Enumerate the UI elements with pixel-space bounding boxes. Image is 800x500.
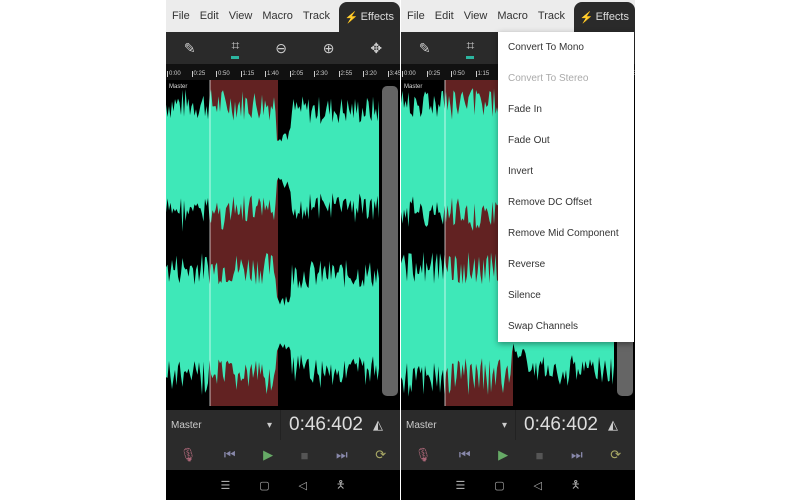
microphone-icon[interactable]: 🎙 bbox=[180, 447, 197, 463]
skip-forward-icon[interactable]: ⏭ bbox=[571, 447, 583, 463]
home-icon[interactable]: ▢ bbox=[259, 479, 269, 492]
menu-item[interactable]: Remove Mid Component bbox=[498, 218, 634, 249]
ruler-label: 1:15 bbox=[475, 71, 490, 77]
ruler-label: 2:05 bbox=[289, 71, 304, 77]
transport-controls: 🎙 ⏮ ▶ ■ ⏭ ⟳ bbox=[401, 440, 635, 470]
effects-menu: Convert To Mono Convert To Stereo Fade In F… bbox=[498, 32, 634, 342]
editor-panel-right: FileEditViewMacroTrack ⚡Effects ✎ ⌗ ⊖ ⊕ … bbox=[401, 0, 635, 500]
menu-item[interactable]: Remove DC Offset bbox=[498, 187, 634, 218]
menu-view[interactable]: View bbox=[458, 10, 492, 22]
ruler-label: 0:25 bbox=[191, 71, 206, 77]
ruler-label: 2:30 bbox=[314, 71, 328, 77]
spectrum-icon[interactable]: ◭ bbox=[608, 417, 618, 433]
move-icon[interactable]: ✥ bbox=[370, 40, 382, 57]
menu-bar: File Edit View Macro Track ⚡ Effects bbox=[401, 0, 635, 32]
ruler-label: 3:45 bbox=[387, 71, 400, 77]
waveform[interactable] bbox=[166, 80, 400, 406]
track-label: Master bbox=[404, 84, 423, 90]
microphone-icon[interactable]: 🎙 bbox=[415, 447, 432, 463]
menu-track[interactable]: Track bbox=[297, 10, 334, 22]
time-display: 0:46:402 bbox=[524, 414, 598, 435]
menu-edit[interactable]: Edit bbox=[194, 10, 223, 22]
menu-item[interactable]: Fade In bbox=[498, 94, 634, 125]
menu-macro[interactable]: Macro bbox=[256, 10, 297, 22]
home-icon[interactable]: ▢ bbox=[494, 479, 504, 492]
stop-icon[interactable]: ■ bbox=[536, 448, 544, 463]
menu-file[interactable]: File bbox=[166, 10, 194, 22]
zoom-in-icon[interactable]: ⊕ bbox=[323, 40, 335, 57]
back-icon[interactable]: ◁ bbox=[534, 479, 542, 492]
ruler-label: 1:15 bbox=[240, 71, 255, 77]
menu-item[interactable]: Convert To Mono bbox=[498, 32, 634, 63]
recents-icon[interactable]: ☰ bbox=[220, 479, 230, 492]
menu-item[interactable]: Reverse bbox=[498, 249, 634, 280]
menu-effects[interactable]: ⚡ Effects bbox=[573, 2, 635, 32]
channel-wave bbox=[166, 89, 379, 232]
skip-back-icon[interactable]: ⏮ bbox=[459, 447, 471, 463]
menu-item[interactable]: Swap Channels bbox=[498, 311, 634, 342]
pencil-icon[interactable]: ✎ bbox=[184, 40, 196, 57]
stop-icon[interactable]: ■ bbox=[301, 448, 309, 463]
ruler-label: 0:50 bbox=[451, 71, 465, 77]
timeline-ruler[interactable]: 0:00 0:25 0:50 1:15 1:40 2:05 2:30 2:55 3:20 3:45 bbox=[166, 64, 400, 80]
loop-icon[interactable]: ⟳ bbox=[375, 447, 386, 463]
system-nav: ☰ ▢ ◁ 🯅 bbox=[401, 470, 635, 500]
status-bar: Master ▾ 0:46:402 ◭ bbox=[401, 410, 635, 440]
status-bar: Master ▾ 0:46:402 ◭ bbox=[166, 410, 400, 440]
system-nav: ☰ ▢ ◁ 🯅 bbox=[166, 470, 400, 500]
menu-item: Convert To Stereo bbox=[508, 73, 589, 84]
menu-item[interactable]: Invert bbox=[498, 156, 634, 187]
ruler-label: 0:25 bbox=[426, 71, 441, 77]
scrollbar[interactable] bbox=[382, 86, 398, 396]
crop-icon[interactable]: ⌗ bbox=[231, 37, 240, 59]
ruler-label: 0:50 bbox=[216, 71, 230, 77]
ruler-label: 0:00 bbox=[167, 71, 181, 77]
ruler-label: 3:20 bbox=[363, 71, 377, 77]
skip-forward-icon[interactable]: ⏭ bbox=[336, 447, 348, 463]
magic-wand-icon: ⚡ bbox=[579, 11, 594, 24]
track-selector[interactable]: Master ▾ bbox=[166, 410, 281, 440]
chevron-down-icon: ▾ bbox=[501, 419, 507, 431]
track-label: Master bbox=[169, 84, 188, 90]
ruler-label: 1:40 bbox=[265, 71, 279, 77]
menu-macro[interactable]: Macro bbox=[491, 10, 532, 22]
skip-back-icon[interactable]: ⏮ bbox=[224, 447, 236, 463]
pencil-icon[interactable]: ✎ bbox=[419, 40, 431, 57]
zoom-out-icon[interactable]: ⊖ bbox=[275, 40, 287, 57]
ruler-label: 2:55 bbox=[338, 71, 353, 77]
chevron-down-icon: ▾ bbox=[266, 419, 272, 431]
crop-icon[interactable]: ⌗ bbox=[466, 37, 475, 59]
recents-icon[interactable]: ☰ bbox=[455, 479, 465, 492]
magic-wand-icon: ⚡ bbox=[344, 11, 359, 24]
spectrum-icon[interactable]: ◭ bbox=[373, 417, 383, 433]
accessibility-icon[interactable]: 🯅 bbox=[336, 476, 346, 495]
menu-edit[interactable]: Edit bbox=[429, 10, 458, 22]
menu-view[interactable]: View bbox=[223, 10, 257, 22]
accessibility-icon[interactable]: 🯅 bbox=[571, 476, 581, 495]
ruler-label: 0:00 bbox=[402, 71, 416, 77]
back-icon[interactable]: ◁ bbox=[299, 479, 307, 492]
menu-bar: File Edit View Macro Track ⚡ Effects bbox=[166, 0, 400, 32]
toolbar: ✎ ⌗ ⊖ ⊕ ✥ bbox=[166, 32, 400, 64]
transport-controls: 🎙 ⏮ ▶ ■ ⏭ ⟳ bbox=[166, 440, 400, 470]
channel-wave bbox=[166, 252, 379, 396]
play-icon[interactable]: ▶ bbox=[498, 447, 508, 463]
menu-effects[interactable]: ⚡ Effects bbox=[338, 2, 400, 32]
play-icon[interactable]: ▶ bbox=[263, 447, 273, 463]
menu-track[interactable]: Track bbox=[532, 10, 569, 22]
track-selector[interactable]: Master ▾ bbox=[401, 410, 516, 440]
time-display: 0:46:402 bbox=[289, 414, 363, 435]
menu-item[interactable]: Fade Out bbox=[498, 125, 634, 156]
editor-panel-left: File Edit View Macro Track ⚡ Effects ✎ ⌗ ⊖ ⊕ … bbox=[166, 0, 400, 500]
loop-icon[interactable]: ⟳ bbox=[610, 447, 621, 463]
menu-item[interactable]: Silence bbox=[498, 280, 634, 311]
menu-file[interactable]: File bbox=[401, 10, 429, 22]
